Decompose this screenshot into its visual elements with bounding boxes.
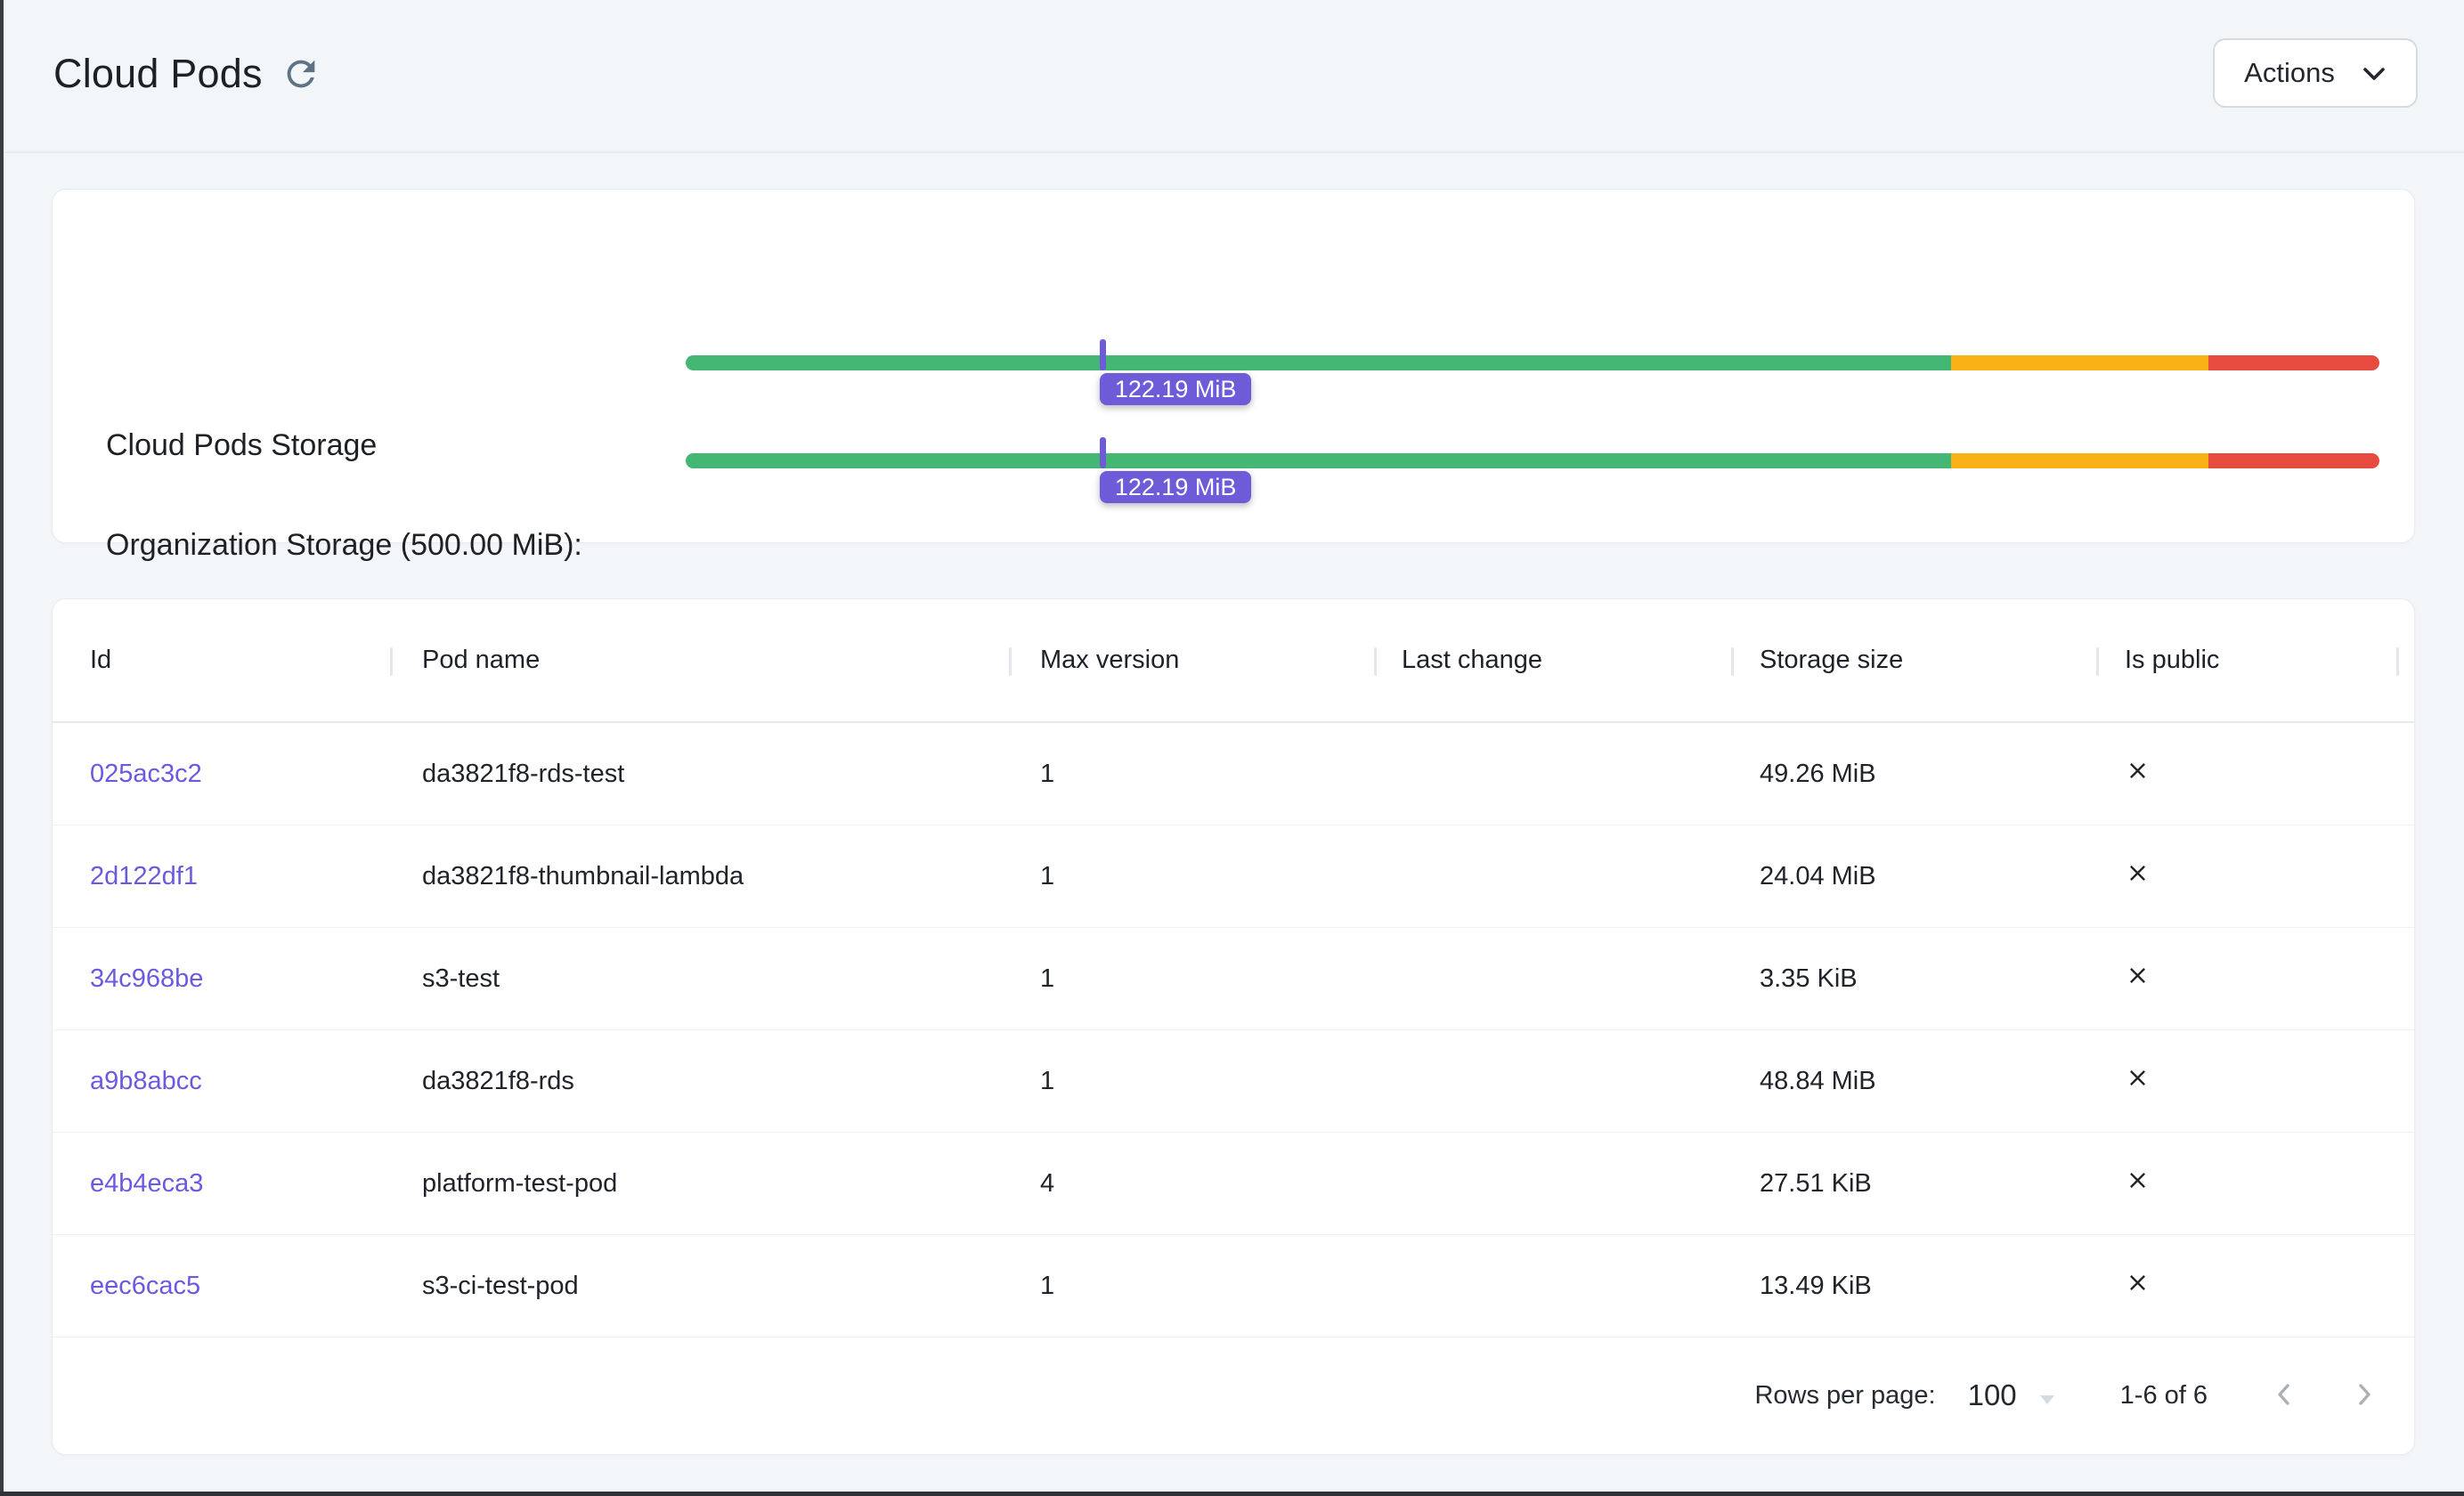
table-body: 025ac3c2 da3821f8-rds-test 1 49.26 MiB 2… bbox=[53, 723, 2414, 1337]
organization-storage-label: Organization Storage (500.00 MiB): bbox=[106, 528, 582, 563]
table-row[interactable]: e4b4eca3 platform-test-pod 4 27.51 KiB bbox=[53, 1133, 2414, 1235]
max-version-cell: 4 bbox=[1009, 1169, 1374, 1199]
refresh-icon bbox=[281, 84, 321, 97]
storage-scale-bar bbox=[686, 453, 2379, 468]
pod-id-link[interactable]: eec6cac5 bbox=[90, 1272, 200, 1300]
page-title: Cloud Pods bbox=[53, 51, 263, 97]
storage-size-cell: 27.51 KiB bbox=[1731, 1169, 2096, 1199]
table-row[interactable]: a9b8abcc da3821f8-rds 1 48.84 MiB bbox=[53, 1030, 2414, 1133]
usage-tooltip: 122.19 MiB bbox=[1100, 471, 1252, 503]
chevron-right-icon bbox=[2349, 1379, 2379, 1412]
pod-name-cell: da3821f8-rds-test bbox=[390, 760, 1009, 789]
window-edge-left bbox=[0, 0, 4, 1496]
is-public-cell bbox=[2096, 963, 2396, 996]
column-separator bbox=[1009, 647, 1012, 676]
column-header-pod-name[interactable]: Pod name bbox=[390, 646, 1009, 675]
pod-id-link[interactable]: 025ac3c2 bbox=[90, 760, 202, 788]
rows-per-page-select[interactable]: 100 bbox=[1968, 1378, 2056, 1412]
pod-name-cell: da3821f8-rds bbox=[390, 1067, 1009, 1096]
is-public-cell bbox=[2096, 1270, 2396, 1303]
table-pagination: Rows per page: 100 1-6 of 6 bbox=[53, 1337, 2414, 1453]
table-header-row: Id Pod name Max version Last change Stor… bbox=[53, 599, 2414, 723]
storage-scale-bar bbox=[686, 355, 2379, 370]
max-version-cell: 1 bbox=[1009, 1067, 1374, 1096]
storage-size-cell: 24.04 MiB bbox=[1731, 862, 2096, 891]
select-arrow-icon bbox=[2038, 1378, 2056, 1412]
storage-card-heading: Cloud Pods Storage bbox=[106, 428, 377, 463]
not-public-icon bbox=[2125, 758, 2396, 791]
column-separator bbox=[2396, 647, 2399, 676]
column-header-is-public[interactable]: Is public bbox=[2096, 646, 2396, 675]
max-version-cell: 1 bbox=[1009, 964, 1374, 994]
zone-safe bbox=[686, 355, 1951, 370]
storage-card: Cloud Pods Storage Organization Storage … bbox=[52, 189, 2415, 543]
storage-size-cell: 3.35 KiB bbox=[1731, 964, 2096, 994]
is-public-cell bbox=[2096, 1167, 2396, 1200]
not-public-icon bbox=[2125, 963, 2396, 996]
pagination-range-label: 1-6 of 6 bbox=[2120, 1381, 2208, 1411]
zone-critical bbox=[2208, 453, 2379, 468]
column-header-last-change[interactable]: Last change bbox=[1374, 646, 1731, 675]
table-row[interactable]: 34c968be s3-test 1 3.35 KiB bbox=[53, 928, 2414, 1030]
is-public-cell bbox=[2096, 860, 2396, 893]
cloud-pods-table: Id Pod name Max version Last change Stor… bbox=[52, 598, 2415, 1455]
usage-marker bbox=[1100, 437, 1106, 468]
is-public-cell bbox=[2096, 758, 2396, 791]
usage-marker bbox=[1100, 339, 1106, 370]
column-separator bbox=[2096, 647, 2099, 676]
zone-warning bbox=[1951, 355, 2208, 370]
user-storage-bar: 122.19 MiB bbox=[686, 437, 2379, 507]
pod-id-link[interactable]: e4b4eca3 bbox=[90, 1169, 203, 1198]
zone-safe bbox=[686, 453, 1951, 468]
table-row[interactable]: 025ac3c2 da3821f8-rds-test 1 49.26 MiB bbox=[53, 723, 2414, 825]
is-public-cell bbox=[2096, 1065, 2396, 1098]
pod-name-cell: s3-ci-test-pod bbox=[390, 1272, 1009, 1301]
actions-button[interactable]: Actions bbox=[2213, 38, 2418, 108]
column-header-storage-size[interactable]: Storage size bbox=[1731, 646, 2096, 675]
next-page-button[interactable] bbox=[2339, 1370, 2389, 1420]
pod-name-cell: s3-test bbox=[390, 964, 1009, 994]
max-version-cell: 1 bbox=[1009, 862, 1374, 891]
max-version-cell: 1 bbox=[1009, 1272, 1374, 1301]
zone-warning bbox=[1951, 453, 2208, 468]
not-public-icon bbox=[2125, 1167, 2396, 1200]
pod-name-cell: da3821f8-thumbnail-lambda bbox=[390, 862, 1009, 891]
table-row[interactable]: eec6cac5 s3-ci-test-pod 1 13.49 KiB bbox=[53, 1235, 2414, 1337]
zone-critical bbox=[2208, 355, 2379, 370]
column-separator bbox=[1731, 647, 1734, 676]
pod-id-link[interactable]: a9b8abcc bbox=[90, 1067, 202, 1095]
column-separator bbox=[1374, 647, 1377, 676]
column-separator bbox=[390, 647, 393, 676]
page-header: Cloud Pods Actions bbox=[0, 0, 2464, 153]
max-version-cell: 1 bbox=[1009, 760, 1374, 789]
rows-per-page-value: 100 bbox=[1968, 1378, 2017, 1412]
organization-storage-bar: 122.19 MiB bbox=[686, 339, 2379, 409]
window-edge-bottom bbox=[0, 1492, 2464, 1496]
storage-size-cell: 48.84 MiB bbox=[1731, 1067, 2096, 1096]
chevron-left-icon bbox=[2269, 1379, 2299, 1412]
refresh-button[interactable] bbox=[278, 52, 324, 98]
not-public-icon bbox=[2125, 860, 2396, 893]
actions-button-label: Actions bbox=[2244, 57, 2335, 89]
pod-id-link[interactable]: 2d122df1 bbox=[90, 862, 198, 890]
previous-page-button[interactable] bbox=[2259, 1370, 2309, 1420]
not-public-icon bbox=[2125, 1065, 2396, 1098]
pod-name-cell: platform-test-pod bbox=[390, 1169, 1009, 1199]
storage-size-cell: 13.49 KiB bbox=[1731, 1272, 2096, 1301]
not-public-icon bbox=[2125, 1270, 2396, 1303]
usage-tooltip: 122.19 MiB bbox=[1100, 373, 1252, 405]
column-header-max-version[interactable]: Max version bbox=[1009, 646, 1374, 675]
pod-id-link[interactable]: 34c968be bbox=[90, 964, 203, 993]
column-header-id[interactable]: Id bbox=[53, 646, 390, 675]
rows-per-page-label: Rows per page: bbox=[1754, 1381, 1935, 1411]
storage-size-cell: 49.26 MiB bbox=[1731, 760, 2096, 789]
table-row[interactable]: 2d122df1 da3821f8-thumbnail-lambda 1 24.… bbox=[53, 825, 2414, 928]
chevron-down-icon bbox=[2362, 57, 2387, 89]
